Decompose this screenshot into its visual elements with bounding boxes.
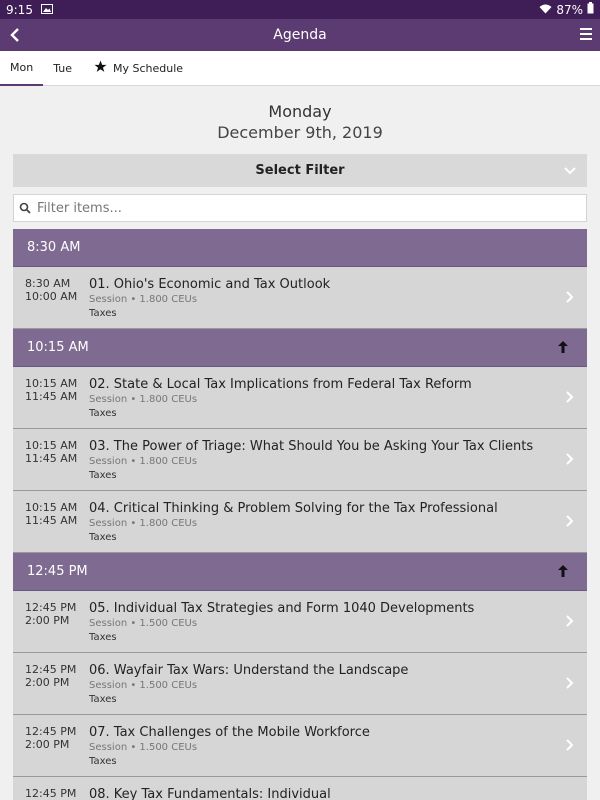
session-end: 10:00 AM [25,290,78,303]
session-end: 11:45 AM [25,390,78,403]
session-start: 12:45 PM [25,787,77,800]
session-start: 10:15 AM [25,501,78,514]
tab-tue-label: Tue [53,61,72,75]
session-start: 12:45 PM [25,663,77,676]
session-start: 10:15 AM [25,377,78,390]
status-bar: 9:15 87% [0,0,600,19]
session-start: 8:30 AM [25,277,71,290]
chevron-right-icon [565,289,575,308]
chevron-right-icon [565,675,575,694]
time-group-label: 10:15 AM [27,340,89,355]
back-icon[interactable] [8,23,28,47]
chevron-down-icon [563,163,577,181]
time-group-label: 12:45 PM [27,564,88,579]
tab-mon-label: Mon [10,60,34,74]
menu-icon[interactable] [579,26,593,42]
filter-input[interactable] [37,200,557,216]
session-times: 10:15 AM 11:45 AM [13,439,89,490]
session-title: 07. Tax Challenges of the Mobile Workfor… [89,725,370,740]
session-end: 11:45 AM [25,452,78,465]
session-meta: Session • 1.500 CEUs [89,680,198,691]
time-group-header[interactable]: 10:15 AM [13,329,587,367]
session-times: 12:45 PM [13,787,89,800]
tab-mon[interactable]: Mon [0,51,44,86]
session-start: 12:45 PM [25,601,77,614]
day-tabs: Mon Tue My Schedule [0,51,600,86]
day-date: December 9th, 2019 [217,123,383,142]
session-title: 01. Ohio's Economic and Tax Outlook [89,277,331,292]
session-title: 05. Individual Tax Strategies and Form 1… [89,601,475,616]
session-title: 03. The Power of Triage: What Should You… [89,439,534,454]
session-end: 2:00 PM [25,738,70,751]
session-track: Taxes [89,532,117,543]
session-times: 8:30 AM 10:00 AM [13,277,89,328]
filter-input-container [13,194,587,222]
arrow-up-icon[interactable] [557,564,569,582]
time-group-header[interactable]: 12:45 PM [13,553,587,591]
session-title: 04. Critical Thinking & Problem Solving … [89,501,498,516]
day-header: Monday December 9th, 2019 [0,102,600,142]
session-start: 12:45 PM [25,725,77,738]
time-group-label: 8:30 AM [27,240,81,255]
session-meta: Session • 1.800 CEUs [89,456,198,467]
session-times: 12:45 PM 2:00 PM [13,663,89,714]
session-track: Taxes [89,470,117,481]
session-end: 2:00 PM [25,614,70,627]
star-icon [94,60,107,76]
session-times: 10:15 AM 11:45 AM [13,501,89,552]
page-title: Agenda [273,27,327,43]
day-name: Monday [268,102,332,121]
session-row[interactable]: 10:15 AM 11:45 AM 03. The Power of Triag… [13,429,587,491]
search-icon [19,199,31,218]
session-track: Taxes [89,694,117,705]
chevron-right-icon [565,613,575,632]
session-times: 10:15 AM 11:45 AM [13,377,89,428]
status-time: 9:15 [6,2,33,17]
session-track: Taxes [89,632,117,643]
session-end: 2:00 PM [25,676,70,689]
session-meta: Session • 1.800 CEUs [89,394,198,405]
gallery-icon [40,3,53,17]
session-track: Taxes [89,408,117,419]
session-times: 12:45 PM 2:00 PM [13,601,89,652]
battery-icon [587,2,594,17]
tab-my-schedule[interactable]: My Schedule [82,51,193,86]
select-filter-dropdown[interactable]: Select Filter [13,154,587,187]
session-title: 06. Wayfair Tax Wars: Understand the Lan… [89,663,409,678]
battery-percent: 87% [556,2,583,17]
app-bar: Agenda [0,19,600,51]
session-row[interactable]: 10:15 AM 11:45 AM 04. Critical Thinking … [13,491,587,553]
session-start: 10:15 AM [25,439,78,452]
session-row[interactable]: 12:45 PM 2:00 PM 07. Tax Challenges of t… [13,715,587,777]
chevron-right-icon [565,513,575,532]
select-filter-label: Select Filter [255,163,345,178]
session-row[interactable]: 12:45 PM 2:00 PM 05. Individual Tax Stra… [13,591,587,653]
session-meta: Session • 1.800 CEUs [89,294,198,305]
session-meta: Session • 1.500 CEUs [89,618,198,629]
session-track: Taxes [89,308,117,319]
chevron-right-icon [565,389,575,408]
agenda-list: 8:30 AM 8:30 AM 10:00 AM 01. Ohio's Econ… [13,229,587,800]
tab-my-schedule-label: My Schedule [113,61,184,75]
session-row[interactable]: 12:45 PM 2:00 PM 06. Wayfair Tax Wars: U… [13,653,587,715]
session-track: Taxes [89,756,117,767]
session-meta: Session • 1.800 CEUs [89,518,198,529]
session-title: 08. Key Tax Fundamentals: Individual [89,787,331,800]
session-row[interactable]: 10:15 AM 11:45 AM 02. State & Local Tax … [13,367,587,429]
wifi-icon [539,3,552,17]
tab-tue[interactable]: Tue [43,51,82,86]
session-end: 11:45 AM [25,514,78,527]
session-row[interactable]: 12:45 PM 08. Key Tax Fundamentals: Indiv… [13,777,587,800]
session-title: 02. State & Local Tax Implications from … [89,377,472,392]
session-meta: Session • 1.500 CEUs [89,742,198,753]
arrow-up-icon[interactable] [557,340,569,358]
chevron-right-icon [565,451,575,470]
session-times: 12:45 PM 2:00 PM [13,725,89,776]
time-group-header[interactable]: 8:30 AM [13,229,587,267]
session-row[interactable]: 8:30 AM 10:00 AM 01. Ohio's Economic and… [13,267,587,329]
chevron-right-icon [565,737,575,756]
